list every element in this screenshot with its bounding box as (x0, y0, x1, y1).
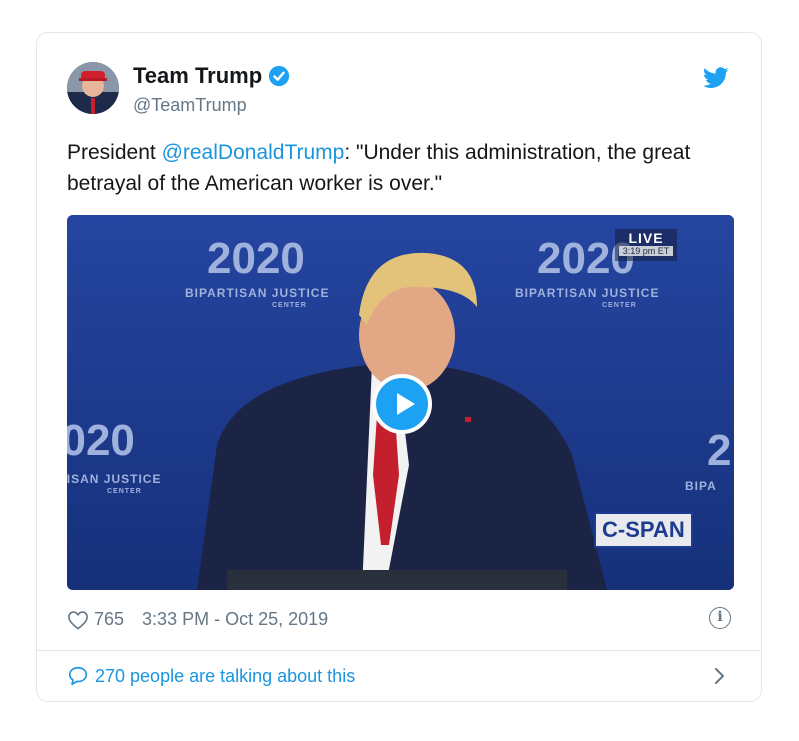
backdrop-year-partial: 2 (707, 426, 731, 475)
conversation-count[interactable]: 270 people are talking about this (95, 666, 355, 687)
backdrop-title: BIPARTISAN JUSTICE (67, 472, 161, 486)
backdrop-title: BIPARTISAN JUSTICE (515, 286, 659, 300)
network-logo: C-SPAN (594, 512, 693, 548)
tweet-meta: 765 3:33 PM - Oct 25, 2019 (67, 609, 328, 630)
backdrop-subtitle: CENTER (272, 302, 307, 309)
twitter-bird-icon[interactable] (703, 67, 729, 89)
tweet-card: Team Trump @TeamTrump President @realDon… (36, 32, 762, 702)
backdrop-year: 2020 (207, 234, 305, 283)
play-icon[interactable] (372, 374, 432, 434)
tweet-timestamp[interactable]: 3:33 PM - Oct 25, 2019 (142, 609, 328, 630)
backdrop-title-partial: BIPA (685, 479, 717, 493)
verified-badge-icon (269, 65, 290, 87)
backdrop-title: BIPARTISAN JUSTICE (185, 286, 329, 300)
heart-icon[interactable] (67, 610, 89, 630)
tweet-text-lead: President (67, 141, 162, 164)
video-player[interactable]: 2020 BIPARTISAN JUSTICE CENTER 2020 BIPA… (67, 215, 734, 590)
live-time: 3:19 pm ET (619, 246, 673, 256)
conversation-link[interactable]: 270 people are talking about this (67, 665, 355, 687)
like-count[interactable]: 765 (94, 609, 124, 630)
speech-bubble-icon (68, 666, 88, 686)
chevron-right-icon[interactable] (713, 665, 727, 687)
backdrop-subtitle: CENTER (602, 302, 637, 309)
avatar-image (67, 62, 119, 114)
tweet-text: President @realDonaldTrump: "Under this … (67, 137, 737, 199)
avatar[interactable] (67, 62, 119, 114)
display-name[interactable]: Team Trump (133, 63, 262, 89)
live-badge: LIVE 3:19 pm ET (615, 229, 677, 261)
info-icon[interactable]: i (709, 607, 731, 629)
user-handle[interactable]: @TeamTrump (133, 95, 247, 116)
live-label: LIVE (628, 230, 664, 246)
divider (37, 650, 761, 651)
backdrop-subtitle: CENTER (107, 488, 142, 495)
backdrop-year: 2020 (67, 416, 135, 465)
mention-link[interactable]: @realDonaldTrump (162, 141, 345, 164)
